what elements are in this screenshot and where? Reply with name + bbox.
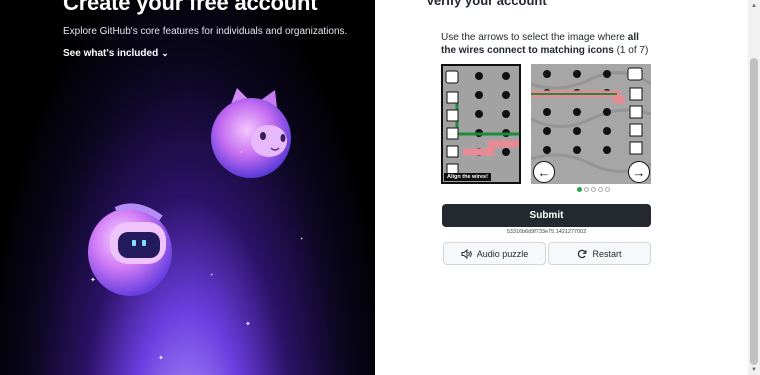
submit-button[interactable]: Submit	[442, 204, 651, 227]
audio-puzzle-button[interactable]: Audio puzzle	[443, 242, 546, 265]
hero-panel: Create your free account Explore GitHub'…	[0, 0, 375, 375]
speaker-icon	[461, 248, 472, 259]
instruction-progress: (1 of 7)	[613, 45, 649, 56]
see-whats-included-link[interactable]: See what's included ⌄	[63, 48, 169, 59]
pagination-dot	[584, 187, 589, 192]
hero-subtitle: Explore GitHub's core features for indiv…	[63, 26, 348, 37]
pagination-dot	[605, 187, 610, 192]
sparkle-icon: ✦	[158, 355, 164, 362]
pagination-dot	[598, 187, 603, 192]
scroll-up-icon[interactable]: ▲	[751, 3, 757, 9]
verify-title: Verify your account	[426, 0, 547, 8]
sparkle-icon: ✦	[90, 277, 96, 284]
audio-puzzle-label: Audio puzzle	[476, 248, 529, 259]
copilot-robot-mascot	[88, 203, 172, 296]
instruction-text: Use the arrows to select the image where	[441, 32, 628, 43]
arrow-left-icon: ←	[537, 164, 551, 180]
sparkle-icon: ✦	[300, 236, 304, 241]
verify-panel: Verify your account Use the arrows to se…	[375, 0, 748, 375]
chevron-down-icon: ⌄	[161, 48, 169, 58]
sparkle-icon: ✦	[245, 321, 251, 328]
pagination-dots	[577, 187, 610, 192]
see-whats-included-label: See what's included	[63, 48, 159, 59]
page-scrollbar[interactable]: ▲ ▼	[748, 0, 760, 375]
candidate-puzzle-image: ← →	[531, 64, 651, 184]
puzzle-caption: Align the wires!	[444, 173, 491, 181]
puzzle-instructions: Use the arrows to select the image where…	[441, 31, 656, 57]
restart-button[interactable]: Restart	[548, 242, 651, 265]
restart-label: Restart	[592, 248, 622, 259]
sparkle-icon: ✦	[240, 150, 243, 154]
arrow-right-icon: →	[632, 164, 646, 180]
restart-icon	[578, 249, 587, 258]
scrollbar-thumb[interactable]	[750, 58, 758, 365]
next-arrow-button[interactable]: →	[628, 161, 650, 183]
pagination-dot	[591, 187, 596, 192]
previous-arrow-button[interactable]: ←	[533, 161, 555, 183]
scroll-down-icon[interactable]: ▼	[751, 367, 757, 373]
reference-puzzle-image: Align the wires!	[441, 64, 521, 184]
pagination-dot	[577, 187, 582, 192]
hero-title: Create your free account	[63, 0, 318, 15]
session-token: 53316b6d9f733e75.1421277002	[506, 229, 587, 235]
copilot-cat-mascot	[211, 88, 291, 178]
sparkle-icon: ✦	[210, 272, 214, 277]
